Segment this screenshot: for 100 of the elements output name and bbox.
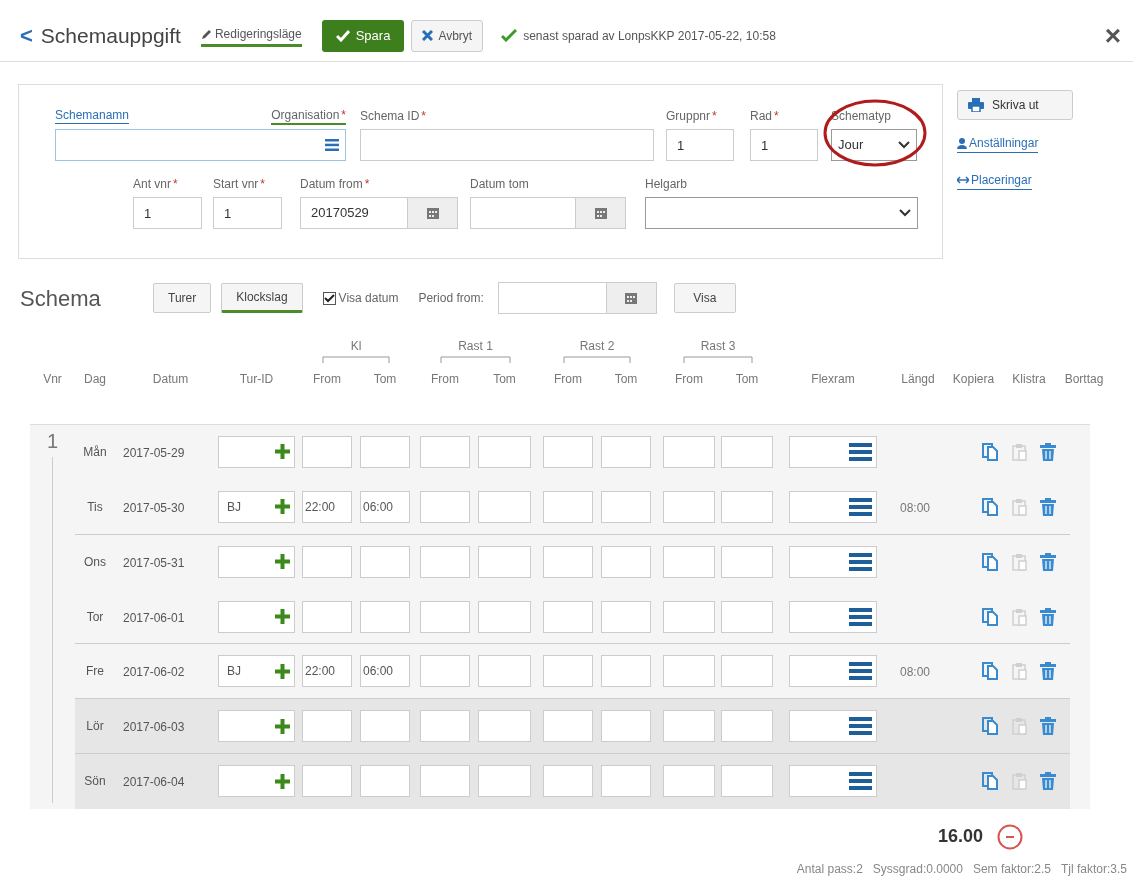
time-field[interactable]: [601, 765, 651, 798]
copy-icon[interactable]: [982, 552, 1000, 571]
tour-id-field[interactable]: [218, 765, 295, 798]
time-field[interactable]: [721, 435, 773, 468]
date-field[interactable]: [470, 197, 626, 229]
trash-icon[interactable]: [1040, 717, 1056, 736]
time-field[interactable]: [601, 490, 651, 523]
flex-frame-field[interactable]: [789, 435, 877, 468]
time-field[interactable]: [543, 765, 593, 798]
flex-frame-field[interactable]: [789, 765, 877, 798]
text-field[interactable]: [360, 129, 654, 161]
time-field[interactable]: [663, 435, 715, 468]
flex-frame-field[interactable]: [789, 655, 877, 688]
time-field[interactable]: [663, 710, 715, 743]
time-field[interactable]: 22:00: [302, 490, 352, 523]
text-field[interactable]: 1: [133, 197, 202, 229]
time-field[interactable]: [302, 765, 352, 798]
paste-icon[interactable]: [1012, 662, 1028, 681]
paste-icon[interactable]: [1012, 442, 1028, 461]
time-field[interactable]: [478, 655, 531, 688]
cancel-button[interactable]: Avbryt: [411, 19, 484, 52]
time-field[interactable]: [601, 710, 651, 743]
paste-icon[interactable]: [1012, 497, 1028, 516]
time-field[interactable]: [360, 435, 410, 468]
time-field[interactable]: [420, 710, 470, 743]
view-tab[interactable]: Klockslag: [221, 283, 303, 313]
time-field[interactable]: [360, 710, 410, 743]
time-field[interactable]: [721, 655, 773, 688]
trash-icon[interactable]: [1040, 662, 1056, 681]
time-field[interactable]: [360, 600, 410, 633]
time-field[interactable]: [663, 545, 715, 578]
time-field[interactable]: [663, 655, 715, 688]
time-field[interactable]: [601, 600, 651, 633]
tour-id-field[interactable]: [218, 710, 295, 743]
text-field[interactable]: 1: [213, 197, 282, 229]
view-tab[interactable]: Turer: [153, 283, 212, 313]
show-button[interactable]: Visa: [673, 283, 736, 313]
tour-id-field[interactable]: [218, 435, 295, 468]
time-field[interactable]: [721, 545, 773, 578]
time-field[interactable]: [721, 765, 773, 798]
time-field[interactable]: [543, 600, 593, 633]
tour-id-field[interactable]: BJ: [218, 490, 295, 523]
edit-mode-link[interactable]: Redigeringsläge: [200, 24, 302, 47]
paste-icon[interactable]: [1012, 772, 1028, 791]
time-field[interactable]: [543, 545, 593, 578]
time-field[interactable]: [601, 545, 651, 578]
time-field[interactable]: [302, 435, 352, 468]
side-link[interactable]: Placeringar: [957, 171, 1032, 190]
paste-icon[interactable]: [1012, 607, 1028, 626]
time-field[interactable]: [721, 490, 773, 523]
time-field[interactable]: [420, 545, 470, 578]
copy-icon[interactable]: [982, 497, 1000, 516]
tour-id-field[interactable]: [218, 545, 295, 578]
side-link[interactable]: Anställningar: [957, 134, 1039, 153]
time-field[interactable]: [302, 600, 352, 633]
print-button[interactable]: Skriva ut: [957, 90, 1073, 120]
time-field[interactable]: [302, 545, 352, 578]
save-button[interactable]: Spara: [321, 19, 405, 52]
date-field[interactable]: [497, 282, 657, 314]
close-button[interactable]: ×: [1104, 21, 1121, 50]
lookup-field[interactable]: [55, 129, 346, 161]
paste-icon[interactable]: [1012, 717, 1028, 736]
time-field[interactable]: [420, 490, 470, 523]
time-field[interactable]: [721, 600, 773, 633]
time-field[interactable]: 06:00: [360, 490, 410, 523]
time-field[interactable]: [601, 435, 651, 468]
copy-icon[interactable]: [982, 717, 1000, 736]
time-field[interactable]: [478, 710, 531, 743]
tour-id-field[interactable]: BJ: [218, 655, 295, 688]
time-field[interactable]: [543, 710, 593, 743]
trash-icon[interactable]: [1040, 552, 1056, 571]
time-field[interactable]: [302, 710, 352, 743]
flex-frame-field[interactable]: [789, 545, 877, 578]
text-field[interactable]: 1: [750, 129, 818, 161]
time-field[interactable]: [721, 710, 773, 743]
paste-icon[interactable]: [1012, 552, 1028, 571]
time-field[interactable]: [360, 765, 410, 798]
time-field[interactable]: [478, 765, 531, 798]
back-link[interactable]: <: [20, 24, 33, 47]
time-field[interactable]: [663, 490, 715, 523]
time-field[interactable]: [663, 600, 715, 633]
time-field[interactable]: [478, 600, 531, 633]
time-field[interactable]: [360, 545, 410, 578]
time-field[interactable]: [543, 490, 593, 523]
time-field[interactable]: 22:00: [302, 655, 352, 688]
time-field[interactable]: [478, 435, 531, 468]
trash-icon[interactable]: [1040, 772, 1056, 791]
time-field[interactable]: [420, 655, 470, 688]
time-field[interactable]: [601, 655, 651, 688]
select-field[interactable]: Jour: [831, 129, 917, 161]
copy-icon[interactable]: [982, 662, 1000, 681]
flex-frame-field[interactable]: [789, 710, 877, 743]
minus-circle-icon[interactable]: [997, 823, 1023, 850]
time-field[interactable]: [420, 435, 470, 468]
date-field[interactable]: 20170529: [300, 197, 458, 229]
trash-icon[interactable]: [1040, 497, 1056, 516]
copy-icon[interactable]: [982, 442, 1000, 461]
time-field[interactable]: [663, 765, 715, 798]
tour-id-field[interactable]: [218, 600, 295, 633]
trash-icon[interactable]: [1040, 442, 1056, 461]
